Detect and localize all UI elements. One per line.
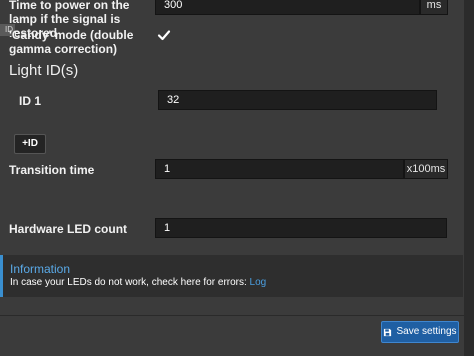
log-link[interactable]: Log <box>250 277 267 288</box>
information-text: In case your LEDs do not work, check her… <box>10 277 267 288</box>
power-delay-unit: ms <box>420 0 448 15</box>
power-delay-input[interactable]: 300 <box>155 0 420 15</box>
scrollbar-track[interactable] <box>464 0 474 356</box>
information-box: Information In case your LEDs do not wor… <box>0 255 463 297</box>
settings-panel: Time to power on the lamp if the signal … <box>0 0 464 356</box>
checkmark-icon <box>157 30 171 41</box>
save-icon <box>384 328 392 336</box>
transition-time-unit: x100ms <box>404 159 448 179</box>
light-id-label: ID 1 <box>19 94 42 108</box>
save-settings-button[interactable]: Save settings <box>381 321 459 343</box>
transition-time-input[interactable]: 1 <box>155 159 404 179</box>
transition-time-label: Transition time <box>9 163 95 177</box>
add-id-button[interactable]: +ID <box>14 134 46 154</box>
light-id-input[interactable]: 32 <box>158 90 437 110</box>
light-ids-heading: Light ID(s) <box>9 62 79 79</box>
led-count-input[interactable]: 1 <box>155 218 447 238</box>
information-title: Information <box>10 262 71 276</box>
candy-mode-label: 'Candy' mode (double gamma correction) <box>9 28 134 56</box>
footer-divider <box>0 315 464 316</box>
led-count-label: Hardware LED count <box>9 222 128 236</box>
candy-mode-checkbox[interactable] <box>157 28 171 42</box>
